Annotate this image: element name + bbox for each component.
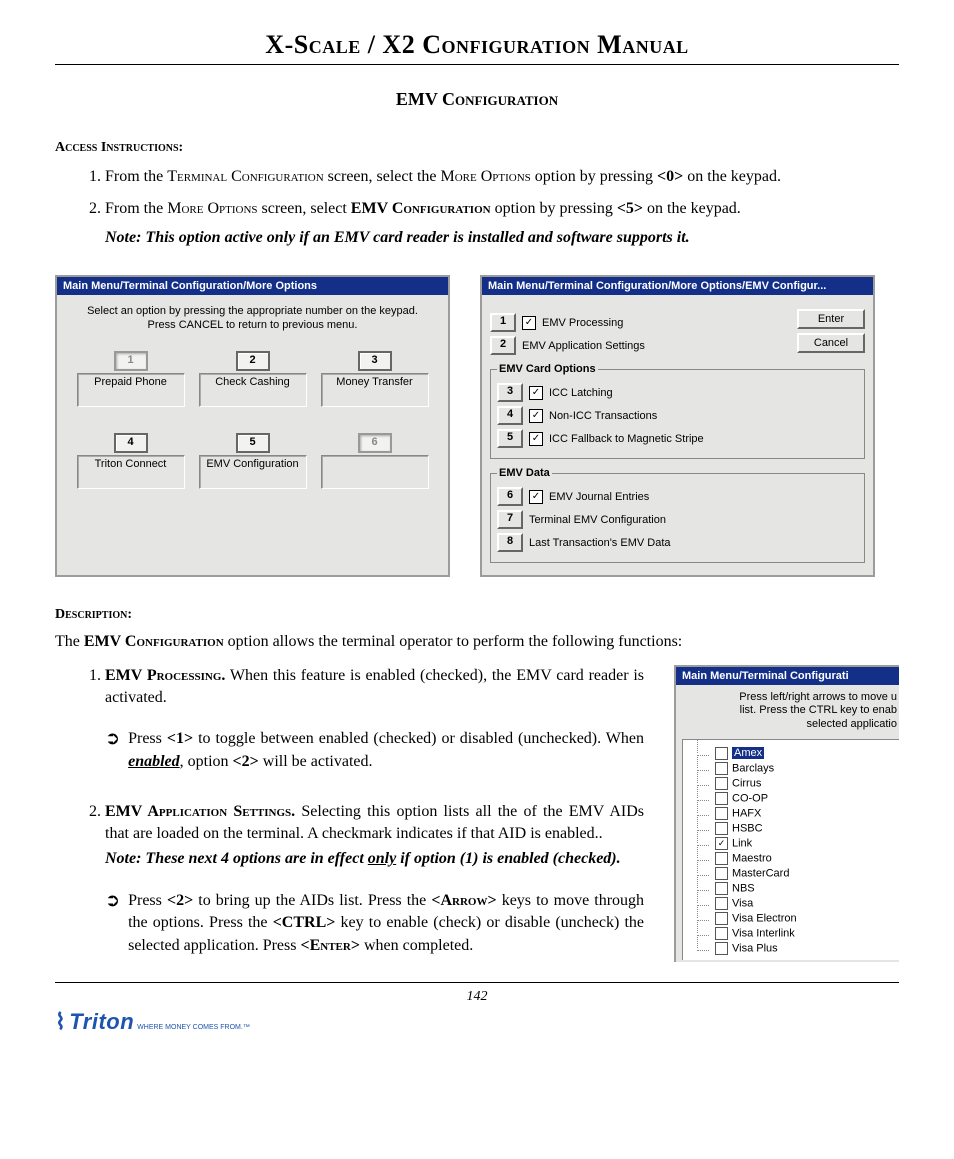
aid-item[interactable]: MasterCard xyxy=(711,866,899,881)
arrow-icon: ➲ xyxy=(105,890,120,957)
checkbox-icon[interactable]: ✓ xyxy=(529,490,543,504)
checkbox-icon[interactable] xyxy=(715,792,728,805)
checkbox-icon[interactable] xyxy=(715,822,728,835)
func-1: EMV Processing. When this feature is ena… xyxy=(105,665,644,708)
row-emv-processing[interactable]: 1 ✓ EMV Processing xyxy=(490,313,789,332)
checkbox-icon[interactable]: ✓ xyxy=(529,386,543,400)
aid-item[interactable]: Barclays xyxy=(711,761,899,776)
doc-title: X-Scale / X2 Configuration Manual xyxy=(55,30,899,60)
window-title: Main Menu/Terminal Configuration/More Op… xyxy=(57,277,448,295)
option-3[interactable]: 3 Money Transfer xyxy=(321,351,429,407)
row-emv-app-settings[interactable]: 2 EMV Application Settings xyxy=(490,336,789,355)
aid-item[interactable]: Amex xyxy=(711,746,899,761)
checkbox-icon[interactable]: ✓ xyxy=(529,409,543,423)
row-journal[interactable]: 6 ✓ EMV Journal Entries xyxy=(497,487,858,506)
group-emv-card-options: EMV Card Options 3 ✓ ICC Latching 4 ✓ No… xyxy=(490,363,865,459)
func-2-action: ➲ Press <2> to bring up the AIDs list. P… xyxy=(105,890,644,957)
checkbox-icon[interactable] xyxy=(715,777,728,790)
group-emv-data: EMV Data 6 ✓ EMV Journal Entries 7 Termi… xyxy=(490,467,865,563)
checkbox-icon[interactable]: ✓ xyxy=(529,432,543,446)
checkbox-icon[interactable] xyxy=(715,927,728,940)
aid-item[interactable]: Maestro xyxy=(711,851,899,866)
top-rule xyxy=(55,64,899,65)
screenshot-emv-config: Main Menu/Terminal Configuration/More Op… xyxy=(480,275,875,577)
aid-item[interactable]: HAFX xyxy=(711,806,899,821)
access-instructions-list: From the Terminal Configuration screen, … xyxy=(55,166,899,219)
func-1-action: ➲ Press <1> to toggle between enabled (c… xyxy=(105,728,644,773)
aid-item[interactable]: Visa xyxy=(711,896,899,911)
checkbox-icon[interactable] xyxy=(715,762,728,775)
prompt-text: Select an option by pressing the appropr… xyxy=(65,305,440,333)
brand-logo: ⌇ Triton WHERE MONEY COMES FROM.™ xyxy=(55,1009,899,1035)
row-icc-fallback[interactable]: 5 ✓ ICC Fallback to Magnetic Stripe xyxy=(497,429,858,448)
aid-item[interactable]: NBS xyxy=(711,881,899,896)
functions-list: EMV Processing. When this feature is ena… xyxy=(55,665,644,708)
access-instructions-label: Access Instructions: xyxy=(55,140,899,156)
description-lead: The EMV Configuration option allows the … xyxy=(55,633,899,651)
checkbox-icon[interactable] xyxy=(715,882,728,895)
checkbox-icon[interactable] xyxy=(715,897,728,910)
window-title: Main Menu/Terminal Configuration/More Op… xyxy=(482,277,873,295)
checkbox-icon[interactable] xyxy=(715,942,728,955)
func-2: EMV Application Settings. Selecting this… xyxy=(105,801,644,870)
row-non-icc[interactable]: 4 ✓ Non-ICC Transactions xyxy=(497,406,858,425)
row-icc-latching[interactable]: 3 ✓ ICC Latching xyxy=(497,383,858,402)
checkbox-icon[interactable]: ✓ xyxy=(522,316,536,330)
aid-item[interactable]: CO-OP xyxy=(711,791,899,806)
enter-button[interactable]: Enter xyxy=(797,309,865,329)
option-2[interactable]: 2 Check Cashing xyxy=(199,351,307,407)
access-note: Note: This option active only if an EMV … xyxy=(105,229,899,247)
aid-item[interactable]: ✓Link xyxy=(711,836,899,851)
access-step-2: From the More Options screen, select EMV… xyxy=(105,198,899,220)
aid-tree[interactable]: AmexBarclaysCirrusCO-OPHAFXHSBC✓LinkMaes… xyxy=(689,746,899,956)
aid-item[interactable]: HSBC xyxy=(711,821,899,836)
aid-item[interactable]: Visa Interlink xyxy=(711,926,899,941)
aid-item[interactable]: Visa Plus xyxy=(711,941,899,956)
checkbox-icon[interactable] xyxy=(715,852,728,865)
checkbox-icon[interactable] xyxy=(715,867,728,880)
functions-list-2: EMV Application Settings. Selecting this… xyxy=(55,801,644,870)
section-title: EMV Configuration xyxy=(55,89,899,110)
brand-logo-icon: ⌇ xyxy=(55,1009,66,1035)
window-title: Main Menu/Terminal Configurati xyxy=(676,667,899,685)
option-5[interactable]: 5 EMV Configuration xyxy=(199,433,307,489)
option-4[interactable]: 4 Triton Connect xyxy=(77,433,185,489)
checkbox-icon[interactable] xyxy=(715,807,728,820)
row-terminal-emv[interactable]: 7 Terminal EMV Configuration xyxy=(497,510,858,529)
screenshot-more-options: Main Menu/Terminal Configuration/More Op… xyxy=(55,275,450,577)
aid-item[interactable]: Cirrus xyxy=(711,776,899,791)
checkbox-icon[interactable]: ✓ xyxy=(715,837,728,850)
checkbox-icon[interactable] xyxy=(715,747,728,760)
access-step-1: From the Terminal Configuration screen, … xyxy=(105,166,899,188)
row-last-tx[interactable]: 8 Last Transaction's EMV Data xyxy=(497,533,858,552)
description-label: Description: xyxy=(55,607,899,623)
cancel-button[interactable]: Cancel xyxy=(797,333,865,353)
aid-item[interactable]: Visa Electron xyxy=(711,911,899,926)
checkbox-icon[interactable] xyxy=(715,912,728,925)
page-number: 142 xyxy=(55,989,899,1005)
arrow-icon: ➲ xyxy=(105,728,120,773)
prompt-text: Press left/right arrows to move u list. … xyxy=(682,691,899,731)
bottom-rule xyxy=(55,982,899,983)
option-1[interactable]: 1 Prepaid Phone xyxy=(77,351,185,407)
screenshot-aids-list: Main Menu/Terminal Configurati Press lef… xyxy=(674,665,899,962)
option-6[interactable]: 6 xyxy=(321,433,429,489)
